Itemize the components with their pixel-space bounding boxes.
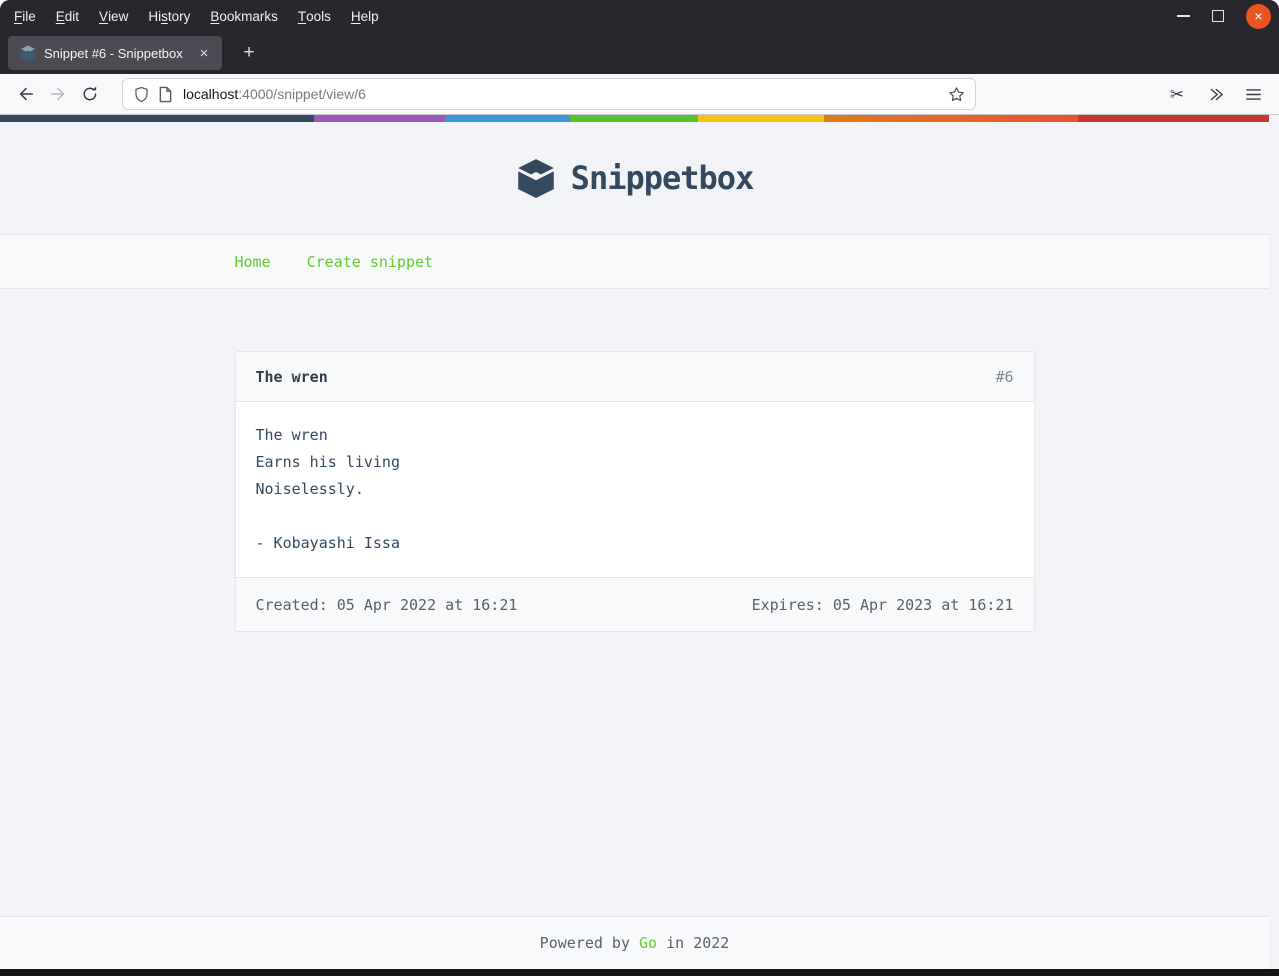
site-nav-links: Home Create snippet <box>235 253 1035 271</box>
menu-label-post: elp <box>361 9 379 24</box>
menu-label-post: ools <box>306 9 331 24</box>
tab-close-icon[interactable]: × <box>194 43 214 63</box>
navigation-toolbar: localhost:4000/snippet/view/6 ✂ <box>0 74 1279 115</box>
snippet-created: Created: 05 Apr 2022 at 16:21 <box>256 596 518 614</box>
menu-file[interactable]: File <box>4 0 46 32</box>
new-tab-button[interactable]: + <box>234 38 264 68</box>
forward-button[interactable] <box>42 79 74 109</box>
snippet-content: The wren Earns his living Noiselessly. -… <box>236 402 1034 577</box>
menu-label-post: ile <box>22 9 36 24</box>
menu-mnemonic: B <box>210 9 219 24</box>
minimize-button[interactable] <box>1177 15 1190 17</box>
menu-edit[interactable]: Edit <box>46 0 89 32</box>
rainbow-segment <box>824 115 1078 122</box>
hamburger-menu-icon[interactable] <box>1237 79 1269 109</box>
scissors-glyph: ✂ <box>1170 86 1184 103</box>
snippetbox-favicon-icon <box>20 45 36 61</box>
snippet-card-header: The wren #6 <box>236 352 1034 402</box>
snippet-id: #6 <box>995 368 1013 386</box>
rainbow-segment <box>698 115 825 122</box>
browser-window: File Edit View History Bookmarks Tools H… <box>0 0 1279 976</box>
screenshot-icon[interactable]: ✂ <box>1161 79 1193 109</box>
menu-label-post: dit <box>65 9 79 24</box>
menu-mnemonic: V <box>99 9 108 24</box>
menubar: File Edit View History Bookmarks Tools H… <box>4 0 389 32</box>
menu-view[interactable]: View <box>89 0 138 32</box>
nav-link-home[interactable]: Home <box>235 253 271 271</box>
maximize-button[interactable] <box>1212 10 1224 22</box>
toolbar-right-group: ✂ <box>1161 79 1269 109</box>
back-button[interactable] <box>10 79 42 109</box>
snippet-expires: Expires: 05 Apr 2023 at 16:21 <box>752 596 1014 614</box>
menu-mnemonic: F <box>14 9 22 24</box>
url-text[interactable]: localhost:4000/snippet/view/6 <box>183 86 944 102</box>
overflow-chevron-icon[interactable] <box>1199 79 1231 109</box>
snippet-metadata: Created: 05 Apr 2022 at 16:21 Expires: 0… <box>236 577 1034 631</box>
bookmark-star-icon[interactable] <box>944 82 969 107</box>
rainbow-segment <box>570 115 698 122</box>
back-arrow-icon <box>17 85 35 103</box>
snippet-title: The wren <box>256 368 328 386</box>
menu-help[interactable]: Help <box>341 0 389 32</box>
menu-label-pre: Hi <box>148 9 161 24</box>
menu-label-post: ookmarks <box>219 9 278 24</box>
site-nav: Home Create snippet <box>0 234 1269 289</box>
window-bottom-edge <box>0 969 1279 976</box>
menu-label-post: tory <box>168 9 191 24</box>
tab-strip: Snippet #6 - Snippetbox × + <box>0 32 1279 74</box>
menu-tools[interactable]: Tools <box>288 0 341 32</box>
site-footer: Powered by Go in 2022 <box>0 916 1269 969</box>
menu-mnemonic: T <box>298 9 306 24</box>
shield-icon[interactable] <box>133 86 150 103</box>
nav-link-create-snippet[interactable]: Create snippet <box>307 253 433 271</box>
footer-go-link[interactable]: Go <box>639 934 657 952</box>
rainbow-segment <box>314 115 445 122</box>
brand-title[interactable]: Snippetbox <box>571 159 754 197</box>
titlebar: File Edit View History Bookmarks Tools H… <box>0 0 1279 32</box>
reload-button[interactable] <box>74 79 106 109</box>
footer-text-pre: Powered by <box>540 934 639 952</box>
footer-text-post: in 2022 <box>657 934 729 952</box>
url-path: :4000/snippet/view/6 <box>238 86 366 102</box>
url-bar[interactable]: localhost:4000/snippet/view/6 <box>122 78 976 110</box>
snippet-card: The wren #6 The wren Earns his living No… <box>235 351 1035 632</box>
menu-label-post: iew <box>108 9 128 24</box>
snippetbox-logo-icon <box>516 158 556 198</box>
url-host: localhost <box>183 86 238 102</box>
menu-history[interactable]: History <box>138 0 200 32</box>
page-info-icon[interactable] <box>158 86 173 103</box>
menu-mnemonic: s <box>161 9 168 24</box>
tab-title: Snippet #6 - Snippetbox <box>44 46 194 61</box>
rainbow-segment <box>445 115 571 122</box>
rainbow-bar <box>0 115 1269 122</box>
menu-bookmarks[interactable]: Bookmarks <box>200 0 288 32</box>
menu-mnemonic: H <box>351 9 361 24</box>
active-tab[interactable]: Snippet #6 - Snippetbox × <box>8 36 222 70</box>
close-window-button[interactable]: × <box>1246 4 1271 29</box>
rainbow-segment <box>0 115 314 122</box>
window-controls: × <box>1177 4 1271 29</box>
site-header: Snippetbox <box>0 122 1269 234</box>
reload-icon <box>81 85 99 103</box>
menu-mnemonic: E <box>56 9 65 24</box>
forward-arrow-icon <box>49 85 67 103</box>
page-viewport: Snippetbox Home Create snippet The wren … <box>0 115 1279 969</box>
rainbow-segment <box>1078 115 1269 122</box>
site-main: The wren #6 The wren Earns his living No… <box>0 289 1269 916</box>
